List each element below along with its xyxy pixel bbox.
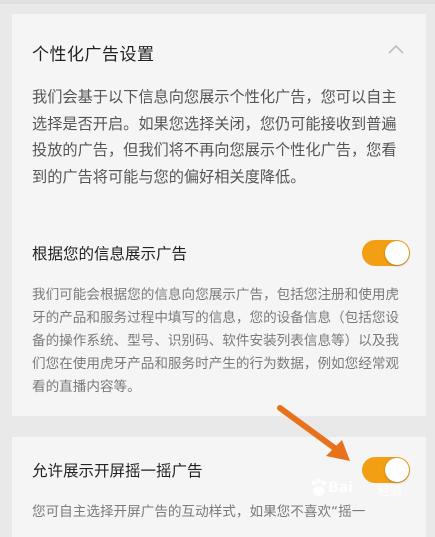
watermark: Bai 经验 [310, 472, 435, 508]
toggle-knob [385, 241, 409, 265]
top-edge [0, 0, 435, 4]
personalized-ads-label: 根据您的信息展示广告 [32, 245, 188, 263]
shake-ads-label: 允许展示开屏摇一摇广告 [32, 462, 203, 480]
personalized-ads-toggle[interactable] [362, 240, 410, 266]
paw-icon [311, 478, 327, 496]
watermark-sub: 经验 [378, 484, 403, 498]
personalized-ads-card: 个性化广告设置 我们会基于以下信息向您展示个性化广告，您可以自主选择是否开启。如… [12, 14, 426, 416]
chevron-up-icon[interactable] [388, 44, 404, 54]
section-description: 我们会基于以下信息向您展示个性化广告，您可以自主选择是否开启。如果您选择关闭，您… [32, 88, 397, 186]
section-title: 个性化广告设置 [32, 45, 155, 65]
pointer-arrow-icon [277, 405, 350, 461]
personalized-ads-description: 我们可能会根据您的信息向您展示广告，包括您注册和使用虎牙的产品和服务过程中填写的… [32, 287, 400, 395]
watermark-brand: Bai [328, 480, 353, 496]
